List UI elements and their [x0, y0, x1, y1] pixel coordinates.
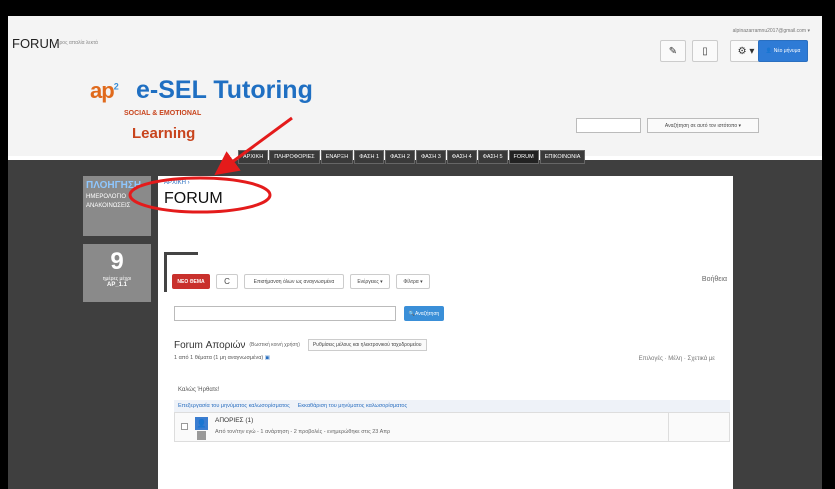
forum-card: ΑΡΧΙΚΗ › FORUM ΝΕΟ ΘΕΜΑ C Επισήμανση όλω…: [158, 176, 733, 489]
forum-search-button[interactable]: 🔍 Αναζήτηση: [404, 306, 444, 321]
search-button-label: Αναζήτηση: [415, 310, 440, 317]
row-divider: [668, 413, 669, 441]
actions-dropdown[interactable]: Ενέργειες ▾: [350, 274, 390, 289]
row-checkbox[interactable]: [181, 423, 188, 430]
nav-item-home[interactable]: ΑΡΧΙΚΗ: [238, 150, 269, 164]
navigation-title: ΠΛΟΗΓΗΣΗ: [86, 180, 142, 191]
page-title: FORUM: [164, 190, 223, 207]
table-row[interactable]: 👤 ΑΠΟΡΙΕΣ (1) Από τον/την εγώ - 1 ανάρτη…: [174, 412, 730, 442]
logo-subtitle-1: SOCIAL & EMOTIONAL: [124, 110, 202, 117]
accent-side: [164, 252, 167, 292]
main-nav: ΑΡΧΙΚΗ ΠΛΗΡΟΦΟΡΙΕΣ ΕΝΑΡΞΗ ΦΑΣΗ 1 ΦΑΣΗ 2 …: [238, 150, 586, 164]
nav-item-phase4[interactable]: ΦΑΣΗ 4: [446, 150, 477, 164]
app-subtitle: προς απαλία λεκτά: [56, 40, 98, 46]
nav-item-info[interactable]: ΠΛΗΡΟΦΟΡΙΕΣ: [269, 150, 320, 164]
welcome-message: Καλώς Ήρθατε!: [178, 387, 220, 393]
page-icon[interactable]: ▯: [692, 40, 718, 62]
countdown-block: 9 ημέρες μέχρι ΑΡ_1.1: [83, 244, 151, 302]
filters-dropdown[interactable]: Φίλτρα ▾: [396, 274, 430, 289]
left-sidebar: ΠΛΟΗΓΗΣΗ ΗΜΕΡΟΛΟΓΙΟ ΑΝΑΚΟΙΝΩΣΕΙΣ 9 ημέρε…: [83, 176, 151, 302]
nav-item-forum[interactable]: FORUM: [508, 150, 539, 164]
nav-item-phase5[interactable]: ΦΑΣΗ 5: [477, 150, 508, 164]
forum-name: Forum Αποριών: [174, 339, 246, 351]
sort-options[interactable]: Επιλογές · Μέλη · Σχετικά με: [639, 356, 715, 362]
nav-item-phase1[interactable]: ΦΑΣΗ 1: [354, 150, 385, 164]
nav-item-contact[interactable]: ΕΠΙΚΟΙΝΩΝΙΑ: [539, 150, 586, 164]
countdown-activity: ΑΡ_1.1: [106, 282, 127, 288]
nav-item-phase3[interactable]: ΦΑΣΗ 3: [415, 150, 446, 164]
welcome-links: Επεξεργασία του μηνύματος καλωσορίσματος…: [174, 400, 730, 412]
forum-header-row: Forum Αποριών (Βωστική κοινή χρήση) Ρυθμ…: [174, 339, 427, 351]
help-link[interactable]: Βοήθεια: [702, 276, 727, 283]
avatar: 👤: [195, 417, 208, 430]
calendar-link[interactable]: ΗΜΕΡΟΛΟΓΙΟ: [86, 194, 148, 200]
nav-item-phase2[interactable]: ΦΑΣΗ 2: [385, 150, 415, 164]
topic-count: 1 από 1 θέματα (1 μη αναγνωσμένα) ▣: [174, 355, 270, 361]
nav-item-start[interactable]: ΕΝΑΡΞΗ: [320, 150, 354, 164]
logo-title: e-SEL Tutoring: [136, 76, 313, 104]
countdown-number: 9: [110, 248, 124, 275]
clear-welcome-link[interactable]: Εκκαθάριση του μηνύματος καλωσορίσματος: [298, 403, 407, 409]
topic-count-text: 1 από 1 θέματα (1 μη αναγνωσμένα): [174, 355, 264, 361]
user-icon: 👤: [765, 48, 772, 54]
site-search-input[interactable]: [576, 118, 641, 133]
mark-read-button[interactable]: Επισήμανση όλων ως αναγνωσμένα: [244, 274, 344, 289]
logo-mark: ap2: [90, 78, 119, 104]
new-topic-button[interactable]: ΝΕΟ ΘΕΜΑ: [172, 274, 210, 289]
logo-mark-text: ap: [90, 78, 115, 103]
app-title: FORUM: [12, 36, 60, 51]
edit-pencil-icon[interactable]: ✎: [660, 40, 686, 62]
accent-bar: [164, 252, 198, 255]
rss-icon[interactable]: ▣: [263, 355, 270, 361]
edit-welcome-link[interactable]: Επεξεργασία του μηνύματος καλωσορίσματος: [178, 403, 290, 409]
forum-description: (Βωστική κοινή χρήση): [249, 342, 300, 348]
logo-subtitle-2: Learning: [132, 125, 196, 142]
site-search-button[interactable]: Αναζήτηση σε αυτό τον ιστότοπο ▾: [647, 118, 759, 133]
refresh-button[interactable]: C: [216, 274, 238, 289]
browser-page: FORUM προς απαλία λεκτά alpinazarramnu20…: [8, 16, 822, 489]
forum-search-input[interactable]: [174, 306, 396, 321]
logo-mark-sup: 2: [113, 81, 119, 92]
topic-meta: Από τον/την εγώ - 1 ανάρτηση - 2 προβολέ…: [215, 429, 391, 435]
breadcrumb[interactable]: ΑΡΧΙΚΗ ›: [164, 180, 190, 186]
topic-title[interactable]: ΑΠΟΡΙΕΣ (1): [215, 417, 253, 424]
subscription-settings-button[interactable]: Ρυθμίσεις μέλους και ηλεκτρονικού ταχυδρ…: [307, 339, 427, 351]
new-message-label: Νέο μήνυμα: [773, 48, 801, 54]
navigation-block: ΠΛΟΗΓΗΣΗ ΗΜΕΡΟΛΟΓΙΟ ΑΝΑΚΟΙΝΩΣΕΙΣ: [83, 176, 151, 236]
site-header: FORUM προς απαλία λεκτά alpinazarramnu20…: [8, 16, 822, 156]
announcements-link[interactable]: ΑΝΑΚΟΙΝΩΣΕΙΣ: [86, 203, 148, 209]
new-message-button[interactable]: 👤 Νέο μήνυμα: [758, 40, 808, 62]
topic-status-icon: [197, 431, 206, 440]
user-menu[interactable]: alpinazarramnu2017@gmail.com ▾: [733, 28, 810, 34]
